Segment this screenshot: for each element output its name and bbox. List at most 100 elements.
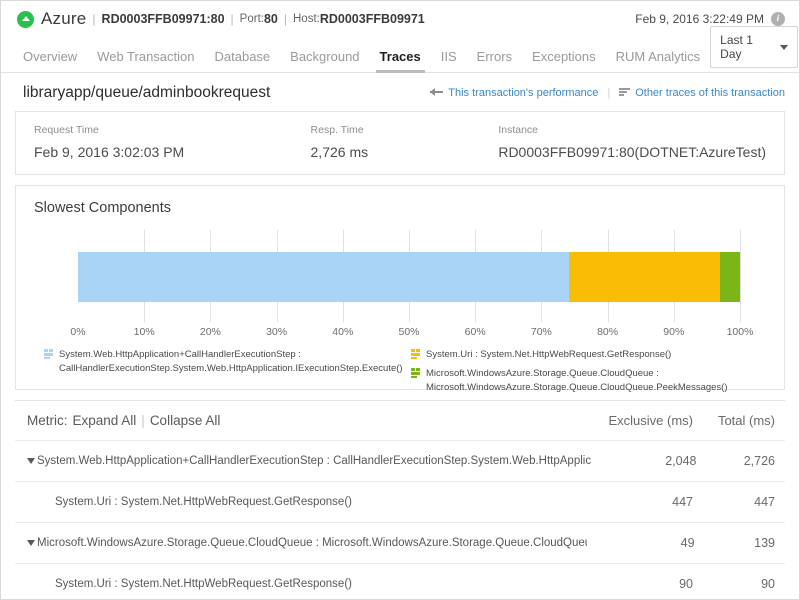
- metric-row-name-wrap: System.Web.HttpApplication+CallHandlerEx…: [27, 455, 591, 467]
- header-port-label: Port:: [240, 13, 264, 25]
- table-row[interactable]: System.Web.HttpApplication+CallHandlerEx…: [15, 441, 785, 482]
- metric-controls: Metric: Expand All | Collapse All: [27, 413, 220, 428]
- x-tick-label: 20%: [200, 326, 221, 338]
- header-host-label: Host:: [293, 13, 320, 25]
- tab-exceptions[interactable]: Exceptions: [522, 50, 606, 72]
- x-tick-label: 30%: [266, 326, 287, 338]
- summary-request-time: Request Time Feb 9, 2016 3:02:03 PM: [16, 124, 293, 160]
- slowest-components-card: Slowest Components 0%10%20%30%40%50%60%7…: [15, 185, 785, 390]
- legend-item-1[interactable]: System.Uri : System.Net.HttpWebRequest.G…: [411, 348, 762, 362]
- header-separator-2: |: [231, 12, 234, 26]
- table-row[interactable]: System.Uri : System.Net.HttpWebRequest.G…: [15, 564, 785, 600]
- metric-row-name-wrap: System.Uri : System.Net.HttpWebRequest.G…: [27, 496, 352, 508]
- trace-summary-panel: Request Time Feb 9, 2016 3:02:03 PM Resp…: [15, 111, 785, 175]
- bar-segment-2[interactable]: [720, 252, 740, 302]
- header-separator-1: |: [92, 12, 95, 26]
- time-range-select[interactable]: Last 1 Day: [710, 26, 798, 68]
- app-root: Azure | RD0003FFB09971:80 | Port: 80 | H…: [0, 0, 800, 600]
- links-divider: |: [607, 87, 610, 99]
- metric-row-exclusive: 2,048: [591, 454, 696, 468]
- metric-row-exclusive: 447: [583, 495, 693, 509]
- summary-resp-time: Resp. Time 2,726 ms: [293, 124, 481, 160]
- link-other-traces[interactable]: Other traces of this transaction: [619, 87, 785, 99]
- link-other-traces-label: Other traces of this transaction: [635, 87, 785, 99]
- legend-column-left: System.Web.HttpApplication+CallHandlerEx…: [44, 348, 403, 399]
- x-tick-label: 50%: [398, 326, 419, 338]
- metric-row-name: Microsoft.WindowsAzure.Storage.Queue.Clo…: [37, 537, 587, 549]
- stacked-bar[interactable]: [78, 252, 740, 302]
- legend-label-1: System.Uri : System.Net.HttpWebRequest.G…: [426, 348, 671, 362]
- nav-right-controls: Last 1 Day ☰: [710, 26, 800, 72]
- x-tick-label: 80%: [597, 326, 618, 338]
- title-row: libraryapp/queue/adminbookrequest This t…: [1, 73, 799, 111]
- brand[interactable]: Azure: [17, 9, 86, 29]
- header-datetime: Feb 9, 2016 3:22:49 PM: [635, 12, 764, 26]
- metric-row-total: 2,726: [696, 454, 775, 468]
- metric-table-header: Metric: Expand All | Collapse All Exclus…: [15, 401, 785, 441]
- bar-segment-1[interactable]: [569, 252, 721, 302]
- column-header-total: Total (ms): [693, 413, 775, 428]
- legend-item-0[interactable]: System.Web.HttpApplication+CallHandlerEx…: [44, 348, 403, 376]
- legend-label-0: System.Web.HttpApplication+CallHandlerEx…: [59, 348, 403, 376]
- bar-segment-0[interactable]: [78, 252, 569, 302]
- nav-tabs: Overview Web Transaction Database Backgr…: [23, 37, 710, 72]
- tab-rum-analytics[interactable]: RUM Analytics: [606, 50, 711, 72]
- x-tick-label: 40%: [332, 326, 353, 338]
- arrow-left-icon: [430, 88, 443, 97]
- tab-database[interactable]: Database: [205, 50, 281, 72]
- resp-time-label: Resp. Time: [311, 124, 463, 136]
- tab-iis[interactable]: IIS: [431, 50, 467, 72]
- triangle-collapse-icon[interactable]: [27, 458, 35, 464]
- tab-errors[interactable]: Errors: [467, 50, 522, 72]
- main-nav: Overview Web Transaction Database Backgr…: [1, 37, 799, 73]
- metric-row-name: System.Uri : System.Net.HttpWebRequest.G…: [55, 496, 352, 508]
- header-host-value: RD0003FFB09971: [320, 12, 425, 26]
- metric-row-exclusive: 49: [587, 536, 695, 550]
- header-separator-3: |: [284, 12, 287, 26]
- chart-legend: System.Web.HttpApplication+CallHandlerEx…: [44, 348, 762, 399]
- metric-pipe: |: [141, 413, 145, 428]
- legend-swatch-bars-icon: [411, 349, 420, 359]
- x-tick-label: 70%: [531, 326, 552, 338]
- x-tick-label: 100%: [727, 326, 754, 338]
- chevron-down-icon: [780, 45, 788, 50]
- gridline: [740, 230, 741, 322]
- x-tick-label: 0%: [70, 326, 85, 338]
- column-header-exclusive: Exclusive (ms): [583, 413, 693, 428]
- legend-swatch-bars-icon: [411, 368, 420, 378]
- chart-plot-area: 0%10%20%30%40%50%60%70%80%90%100%: [78, 230, 740, 322]
- metric-table: Metric: Expand All | Collapse All Exclus…: [15, 400, 785, 600]
- table-row[interactable]: System.Uri : System.Net.HttpWebRequest.G…: [15, 482, 785, 523]
- info-icon[interactable]: i: [771, 12, 785, 26]
- header-instance: RD0003FFB09971:80: [102, 12, 225, 26]
- tab-web-transaction[interactable]: Web Transaction: [87, 50, 204, 72]
- metric-row-name-wrap: System.Uri : System.Net.HttpWebRequest.G…: [27, 578, 352, 590]
- metric-row-exclusive: 90: [583, 577, 693, 591]
- metric-label: Metric:: [27, 413, 68, 428]
- header-right: Feb 9, 2016 3:22:49 PM i: [635, 12, 785, 26]
- instance-label: Instance: [498, 124, 766, 136]
- brand-name: Azure: [41, 9, 86, 29]
- expand-all-link[interactable]: Expand All: [73, 413, 137, 428]
- request-time-label: Request Time: [34, 124, 275, 136]
- chart-x-axis: 0%10%20%30%40%50%60%70%80%90%100%: [78, 326, 740, 340]
- time-range-value: Last 1 Day: [720, 33, 774, 61]
- tab-traces[interactable]: Traces: [370, 50, 431, 72]
- link-transaction-performance-label: This transaction's performance: [448, 87, 598, 99]
- collapse-all-link[interactable]: Collapse All: [150, 413, 221, 428]
- page-title: libraryapp/queue/adminbookrequest: [23, 84, 270, 102]
- table-row[interactable]: Microsoft.WindowsAzure.Storage.Queue.Clo…: [15, 523, 785, 564]
- x-tick-label: 90%: [663, 326, 684, 338]
- tab-overview[interactable]: Overview: [23, 50, 87, 72]
- x-tick-label: 10%: [134, 326, 155, 338]
- chart-title: Slowest Components: [34, 200, 766, 216]
- link-transaction-performance[interactable]: This transaction's performance: [430, 87, 598, 99]
- triangle-collapse-icon[interactable]: [27, 540, 35, 546]
- legend-item-2[interactable]: Microsoft.WindowsAzure.Storage.Queue.Clo…: [411, 367, 762, 395]
- tab-background[interactable]: Background: [280, 50, 369, 72]
- legend-label-2: Microsoft.WindowsAzure.Storage.Queue.Clo…: [426, 367, 728, 395]
- request-time-value: Feb 9, 2016 3:02:03 PM: [34, 144, 275, 160]
- metric-row-total: 447: [693, 495, 775, 509]
- green-up-arrow-logo-icon: [17, 11, 34, 28]
- header-port-value: 80: [264, 12, 278, 26]
